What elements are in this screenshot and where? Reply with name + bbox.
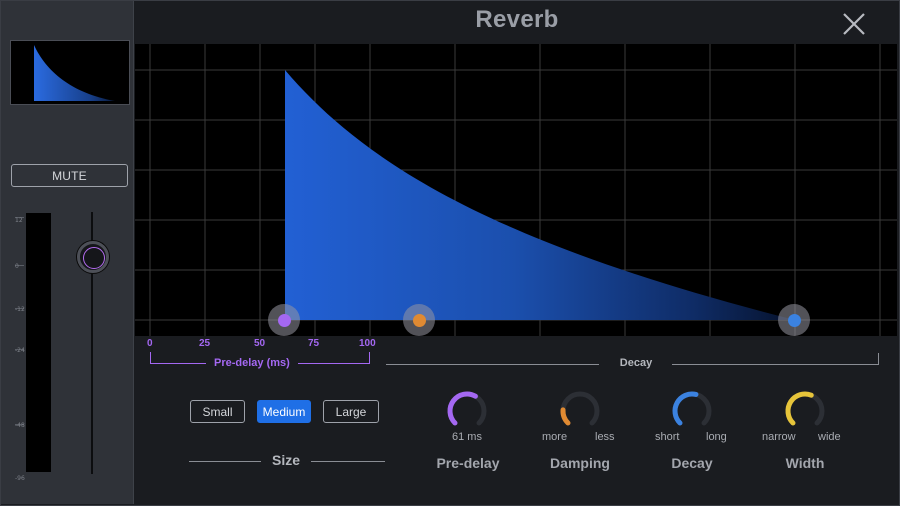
- predelay-tick: 100: [359, 338, 376, 349]
- predelay-knob[interactable]: [444, 388, 490, 434]
- width-knob[interactable]: [782, 388, 828, 434]
- predelay-tick: 0: [147, 338, 153, 349]
- mute-button[interactable]: MUTE: [11, 164, 128, 187]
- damping-knob-title: Damping: [550, 455, 610, 471]
- decay-knob-title: Decay: [671, 455, 713, 471]
- damping-knob[interactable]: [557, 388, 603, 434]
- decay-bracket-left: [386, 364, 599, 365]
- predelay-tick: 75: [308, 338, 320, 349]
- decay-max-label: long: [706, 431, 727, 443]
- level-meter: [26, 213, 51, 472]
- decay-min-label: short: [655, 431, 680, 443]
- predelay-ruler-label: Pre-delay (ms): [206, 357, 298, 369]
- meter-scale-label: 12: [15, 217, 23, 224]
- damping-max-label: less: [595, 431, 615, 443]
- meter-scale-label: 0: [15, 263, 19, 270]
- predelay-node[interactable]: [268, 304, 300, 336]
- width-knob-title: Width: [785, 455, 825, 471]
- reverb-envelope-graph[interactable]: [135, 44, 897, 336]
- volume-fader-handle[interactable]: [77, 241, 109, 273]
- meter-scale-label: -48: [15, 422, 25, 429]
- sidebar: MUTE 12 0 -12 -24 -48 -96: [1, 1, 134, 504]
- meter-scale-label: -12: [15, 306, 25, 313]
- decay-bracket-right: [672, 364, 879, 365]
- reverb-thumbnail: [10, 40, 130, 105]
- knob-value-arc: [785, 391, 814, 426]
- envelope-svg: [135, 44, 897, 336]
- predelay-tick: 25: [199, 338, 211, 349]
- size-group-label: Size: [271, 452, 300, 468]
- damping-node[interactable]: [403, 304, 435, 336]
- knob-value-arc: [672, 391, 699, 426]
- thumbnail-curve: [34, 45, 115, 101]
- decay-node[interactable]: [778, 304, 810, 336]
- meter-scale-label: -24: [15, 347, 25, 354]
- knob-track: [560, 391, 600, 426]
- size-divider-left: [189, 461, 261, 462]
- decay-knob[interactable]: [669, 388, 715, 434]
- width-min-label: narrow: [762, 431, 796, 443]
- predelay-value: 61 ms: [452, 431, 482, 443]
- decay-ruler-label: Decay: [619, 357, 653, 369]
- decay-bracket-end: [878, 353, 879, 365]
- knob-value-arc: [560, 407, 571, 426]
- size-divider-right: [311, 461, 385, 462]
- size-medium-button[interactable]: Medium: [257, 400, 311, 423]
- close-icon[interactable]: [840, 10, 868, 38]
- meter-scale-label: -96: [15, 475, 25, 482]
- plugin-title: Reverb: [475, 6, 559, 33]
- size-large-button[interactable]: Large: [323, 400, 379, 423]
- predelay-tick: 50: [254, 338, 266, 349]
- damping-min-label: more: [542, 431, 568, 443]
- knob-value-arc: [447, 391, 478, 426]
- predelay-knob-title: Pre-delay: [436, 455, 500, 471]
- size-small-button[interactable]: Small: [190, 400, 245, 423]
- width-max-label: wide: [818, 431, 841, 443]
